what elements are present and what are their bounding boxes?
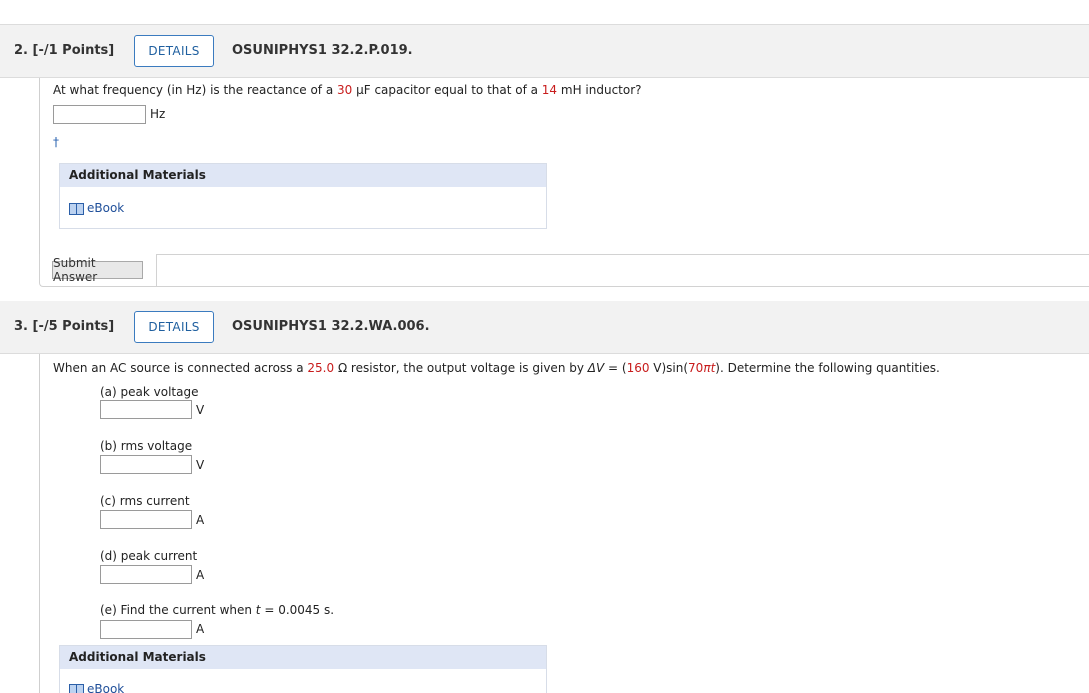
additional-materials-heading: Additional Materials <box>60 646 546 669</box>
question-2-additional-materials: Additional Materials eBook <box>59 163 547 229</box>
question-2-unit: Hz <box>150 107 166 121</box>
part-e-label: (e) Find the current when t = 0.0045 s. <box>100 603 335 617</box>
part-c-input[interactable] <box>100 510 192 529</box>
question-3-header: 3. [-/5 Points] DETAILS OSUNIPHYS1 32.2.… <box>0 301 1089 354</box>
ebook-label: eBook <box>87 201 125 215</box>
ebook-label: eBook <box>87 682 125 693</box>
question-3-details-button[interactable]: DETAILS <box>134 311 214 343</box>
part-d-label: (d) peak current <box>100 549 198 563</box>
question-3-body-border <box>39 354 40 693</box>
book-icon <box>69 683 84 693</box>
question-2-ebook-link[interactable]: eBook <box>69 201 124 215</box>
part-c-label: (c) rms current <box>100 494 190 508</box>
part-c-unit: A <box>196 513 205 527</box>
part-e-unit: A <box>196 622 205 636</box>
additional-materials-heading: Additional Materials <box>60 164 546 187</box>
question-2-code: OSUNIPHYS1 32.2.P.019. <box>232 43 413 58</box>
question-2-answer-input[interactable] <box>53 105 146 124</box>
part-a-unit: V <box>196 403 205 417</box>
submit-frame <box>39 254 1089 287</box>
part-b-unit: V <box>196 458 205 472</box>
question-3-prompt: When an AC source is connected across a … <box>53 361 940 375</box>
part-b-input[interactable] <box>100 455 192 474</box>
question-2-number: 2. [-/1 Points] <box>14 43 115 58</box>
question-2-prompt: At what frequency (in Hz) is the reactan… <box>53 83 642 97</box>
question-3-additional-materials: Additional Materials eBook <box>59 645 547 693</box>
part-d-input[interactable] <box>100 565 192 584</box>
submit-answer-button[interactable]: Submit Answer <box>52 256 143 284</box>
part-a-input[interactable] <box>100 400 192 419</box>
part-a-label: (a) peak voltage <box>100 385 199 399</box>
dagger-mark: † <box>53 135 59 149</box>
part-e-input[interactable] <box>100 620 192 639</box>
question-2-body-border <box>39 78 40 254</box>
question-2-header: 2. [-/1 Points] DETAILS OSUNIPHYS1 32.2.… <box>0 25 1089 78</box>
question-2-details-button[interactable]: DETAILS <box>134 35 214 67</box>
submit-frame-gap <box>40 254 156 255</box>
book-icon <box>69 202 84 215</box>
part-b-label: (b) rms voltage <box>100 439 193 453</box>
submit-frame-edge <box>156 254 157 287</box>
question-3-code: OSUNIPHYS1 32.2.WA.006. <box>232 319 430 334</box>
question-3-number: 3. [-/5 Points] <box>14 319 115 334</box>
part-d-unit: A <box>196 568 205 582</box>
question-3-ebook-link[interactable]: eBook <box>69 682 124 693</box>
